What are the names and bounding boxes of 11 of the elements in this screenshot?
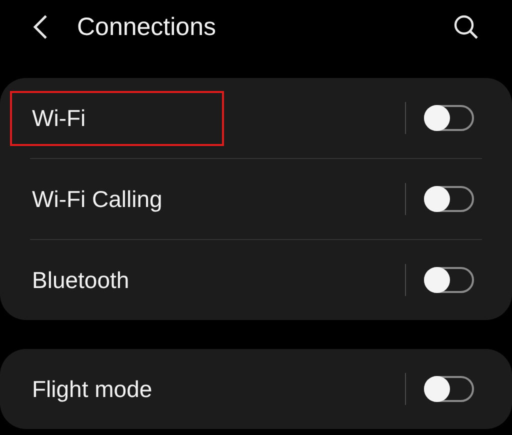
back-icon[interactable]	[32, 14, 48, 40]
toggle-switch[interactable]	[424, 267, 474, 293]
toggle-switch[interactable]	[424, 186, 474, 212]
search-icon[interactable]	[453, 14, 479, 40]
setting-label[interactable]: Wi-Fi	[10, 90, 224, 146]
toggle-switch[interactable]	[424, 376, 474, 402]
page-title: Connections	[77, 12, 217, 42]
setting-label[interactable]: Wi-Fi Calling	[10, 172, 184, 226]
toggle-switch[interactable]	[424, 105, 474, 131]
setting-label[interactable]: Bluetooth	[10, 252, 152, 308]
setting-label[interactable]: Flight mode	[10, 362, 174, 416]
